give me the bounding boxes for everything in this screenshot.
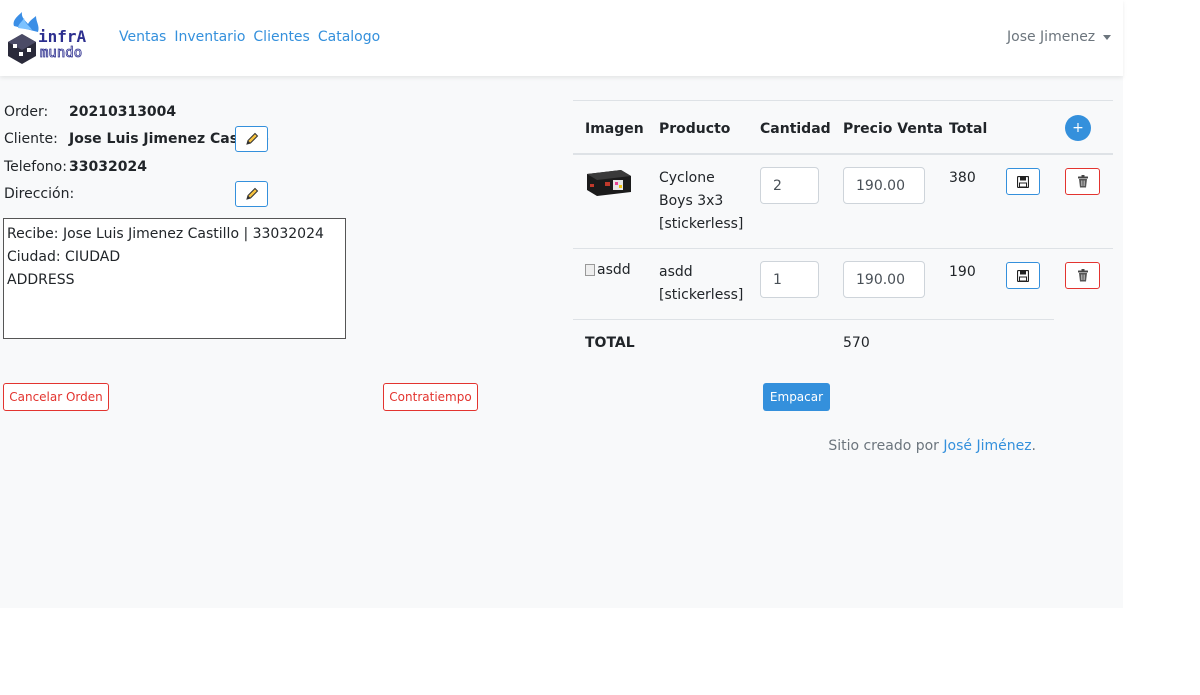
client-label: Cliente: xyxy=(4,131,58,147)
navbar: infrA mundo Ventas Inventario Clientes C… xyxy=(0,0,1123,76)
row-divider xyxy=(573,319,1054,320)
delete-row-button[interactable] xyxy=(1065,168,1100,195)
pencil-icon xyxy=(245,132,258,145)
product-image-asdd: asdd xyxy=(585,262,631,278)
order-number: 20210313004 xyxy=(69,104,177,120)
total-label: TOTAL xyxy=(585,335,635,351)
header-cantidad: Cantidad xyxy=(760,121,831,137)
nav-link-catalogo[interactable]: Catalogo xyxy=(318,29,380,45)
order-row: Order: 20210313004 xyxy=(4,104,176,120)
product-name-asdd: asdd [stickerless] xyxy=(659,261,743,307)
client-row: Cliente: Jose Luis Jimenez Castillo xyxy=(4,131,269,147)
product-name-line: [stickerless] xyxy=(659,287,744,303)
header-precio-venta: Precio Venta xyxy=(843,121,943,137)
row-total: 190 xyxy=(949,264,976,280)
setback-button[interactable]: Contratiempo xyxy=(383,383,478,411)
address-textarea[interactable]: Recibe: Jose Luis Jimenez Castillo | 330… xyxy=(3,218,346,339)
price-input[interactable]: 190.00 xyxy=(843,167,925,204)
table-top-border xyxy=(573,100,1113,101)
brand-logo[interactable]: infrA mundo xyxy=(4,12,104,64)
trash-can-icon xyxy=(1077,175,1088,188)
edit-address-button[interactable] xyxy=(235,181,268,207)
product-name-line: asdd xyxy=(659,264,693,280)
row-divider xyxy=(573,248,1113,249)
header-producto: Producto xyxy=(659,121,731,137)
product-name-line: Boys 3x3 xyxy=(659,193,724,209)
row-total: 380 xyxy=(949,170,976,186)
app-container: infrA mundo Ventas Inventario Clientes C… xyxy=(0,0,1123,608)
price-input[interactable]: 190.00 xyxy=(843,261,925,298)
save-row-button[interactable] xyxy=(1006,168,1040,195)
address-row: Dirección: xyxy=(4,186,74,202)
delete-row-button[interactable] xyxy=(1065,262,1100,289)
broken-image-icon xyxy=(585,264,595,276)
user-name: Jose Jimenez xyxy=(1007,29,1096,45)
nav-link-inventario[interactable]: Inventario xyxy=(174,29,245,45)
edit-client-button[interactable] xyxy=(235,126,268,152)
user-menu[interactable]: Jose Jimenez xyxy=(1007,29,1112,45)
order-label: Order: xyxy=(4,104,49,120)
product-image-cyclone xyxy=(587,170,631,196)
author-link[interactable]: José Jiménez xyxy=(943,438,1031,454)
product-name-line: [stickerless] xyxy=(659,216,744,232)
quantity-input[interactable]: 2 xyxy=(760,167,819,204)
floppy-disk-icon xyxy=(1017,269,1029,282)
header-divider xyxy=(573,153,1113,155)
product-name-line: Cyclone xyxy=(659,170,715,186)
footer-suffix: . xyxy=(1031,438,1036,454)
pencil-icon xyxy=(245,187,258,200)
nav-links: Ventas Inventario Clientes Catalogo xyxy=(119,29,380,45)
nav-link-ventas[interactable]: Ventas xyxy=(119,29,166,45)
product-name-cyclone: Cyclone Boys 3x3 [stickerless] xyxy=(659,167,743,236)
cancel-order-button[interactable]: Cancelar Orden xyxy=(3,383,109,411)
footer-text: Sitio creado por xyxy=(828,438,944,454)
address-label: Dirección: xyxy=(4,186,75,202)
image-alt-text: asdd xyxy=(597,262,631,278)
plus-icon: + xyxy=(1072,120,1084,136)
grand-total: 570 xyxy=(843,335,870,351)
nav-link-clientes[interactable]: Clientes xyxy=(253,29,309,45)
svg-text:infrA: infrA xyxy=(38,27,87,46)
phone-label: Telefono: xyxy=(4,159,67,175)
trash-can-icon xyxy=(1077,269,1088,282)
quantity-input[interactable]: 1 xyxy=(760,261,819,298)
footer: Sitio creado por José Jiménez. xyxy=(828,438,1036,454)
phone-row: Telefono: 33032024 xyxy=(4,159,147,175)
svg-text:mundo: mundo xyxy=(40,45,82,61)
caret-down-icon xyxy=(1103,34,1112,40)
header-imagen: Imagen xyxy=(585,121,644,137)
header-total: Total xyxy=(949,121,988,137)
add-product-button[interactable]: + xyxy=(1065,115,1091,141)
floppy-disk-icon xyxy=(1017,175,1029,188)
pack-button[interactable]: Empacar xyxy=(763,383,830,411)
save-row-button[interactable] xyxy=(1006,262,1040,289)
phone-number: 33032024 xyxy=(69,159,147,175)
